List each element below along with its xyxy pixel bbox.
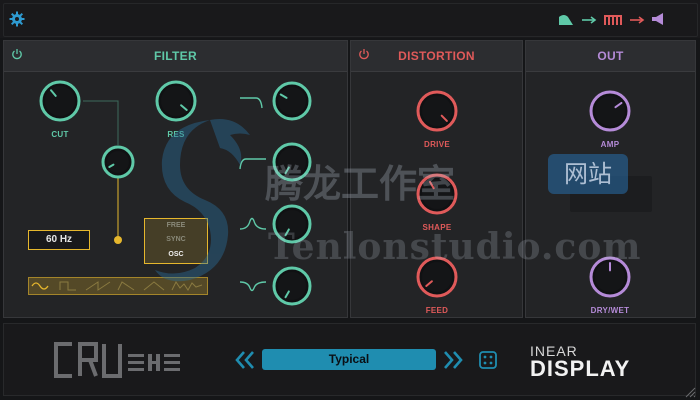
highpass-level-knob[interactable]: [270, 140, 314, 184]
bandpass-icon[interactable]: [238, 213, 268, 233]
mode-option-sync[interactable]: SYNC: [144, 236, 208, 243]
drywet-label: DRY/WET: [590, 306, 630, 315]
res-knob[interactable]: [153, 78, 199, 124]
filter-shape-icon: [559, 15, 573, 25]
mode-option-free[interactable]: FREE: [144, 222, 208, 229]
ramp-wave-icon: [117, 281, 135, 291]
res-label: RES: [167, 130, 185, 139]
feed-knob[interactable]: [414, 254, 460, 300]
dice-icon[interactable]: [478, 350, 498, 370]
cut-label: CUT: [51, 130, 69, 139]
notch-icon[interactable]: [238, 276, 268, 296]
drive-label: DRIVE: [424, 140, 450, 149]
shape-knob[interactable]: [414, 171, 460, 217]
sine-wave-icon: [31, 282, 49, 290]
shape-label: SHAPE: [422, 223, 452, 232]
distortion-title: DISTORTION: [398, 49, 475, 63]
out-header: OUT: [526, 41, 695, 72]
saw-wave-icon: [85, 281, 111, 291]
amp-knob[interactable]: [587, 88, 633, 134]
feed-label: FEED: [425, 306, 449, 315]
drive-knob[interactable]: [414, 88, 460, 134]
brand-bottom: DISPLAY: [530, 356, 631, 381]
resize-grip-icon[interactable]: [684, 386, 696, 398]
drywet-knob[interactable]: [587, 254, 633, 300]
highpass-icon[interactable]: [238, 151, 268, 171]
triangle-wave-icon: [143, 281, 165, 291]
lowpass-level-knob[interactable]: [270, 79, 314, 123]
notch-level-knob[interactable]: [270, 264, 314, 308]
crushe-logo: [54, 342, 180, 378]
arrow-right-icon: [582, 16, 597, 24]
lfo-waveform-shapes: [31, 281, 203, 291]
lowpass-icon[interactable]: [238, 90, 268, 110]
double-chevron-left-icon[interactable]: [234, 350, 256, 370]
out-title: OUT: [597, 49, 624, 63]
amp-label: AMP: [600, 140, 620, 149]
bandpass-level-knob[interactable]: [270, 202, 314, 246]
speaker-icon: [652, 13, 663, 25]
arrow-right-icon: [630, 16, 645, 24]
cut-knob[interactable]: [37, 78, 83, 124]
random-wave-icon: [171, 281, 203, 291]
cutoff-value-field[interactable]: 60 Hz: [28, 230, 90, 250]
distortion-bars-icon: [604, 15, 622, 25]
square-wave-icon: [59, 281, 76, 291]
out-display-slot: [570, 176, 652, 212]
distortion-header: DISTORTION: [351, 41, 522, 72]
signal-chain: [559, 13, 663, 25]
mode-option-osc[interactable]: OSC: [144, 251, 208, 258]
preset-name-display[interactable]: Typical: [262, 349, 436, 370]
double-chevron-right-icon[interactable]: [442, 350, 464, 370]
mod-depth-knob[interactable]: [99, 143, 137, 181]
